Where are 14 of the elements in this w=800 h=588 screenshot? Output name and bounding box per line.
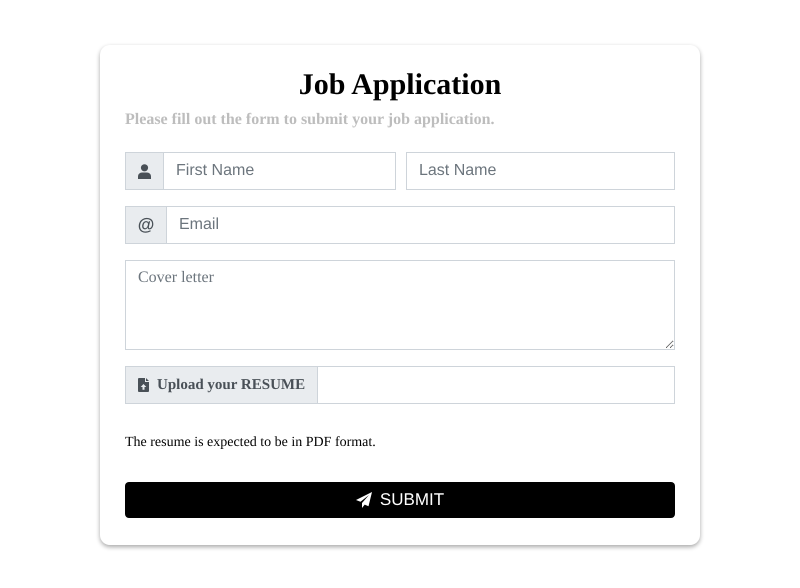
upload-button[interactable]: Upload your RESUME: [125, 366, 318, 404]
submit-button[interactable]: SUBMIT: [125, 482, 675, 518]
file-upload-icon: [138, 378, 149, 392]
paper-plane-icon: [356, 492, 372, 508]
file-path-field[interactable]: [318, 366, 675, 404]
person-icon: [138, 164, 151, 178]
last-name-field[interactable]: Last Name: [406, 152, 675, 190]
form-title: Job Application: [298, 67, 502, 103]
form-subtitle: Please fill out the form to submit your job application.: [125, 110, 496, 130]
help-text: The resume is expected to be in PDF format.: [125, 434, 377, 452]
cover-letter-field[interactable]: Cover letter: [125, 260, 675, 350]
at-sign-icon: @: [138, 215, 154, 235]
first-name-field[interactable]: First Name: [164, 152, 396, 190]
email-field[interactable]: Email: [167, 206, 675, 244]
